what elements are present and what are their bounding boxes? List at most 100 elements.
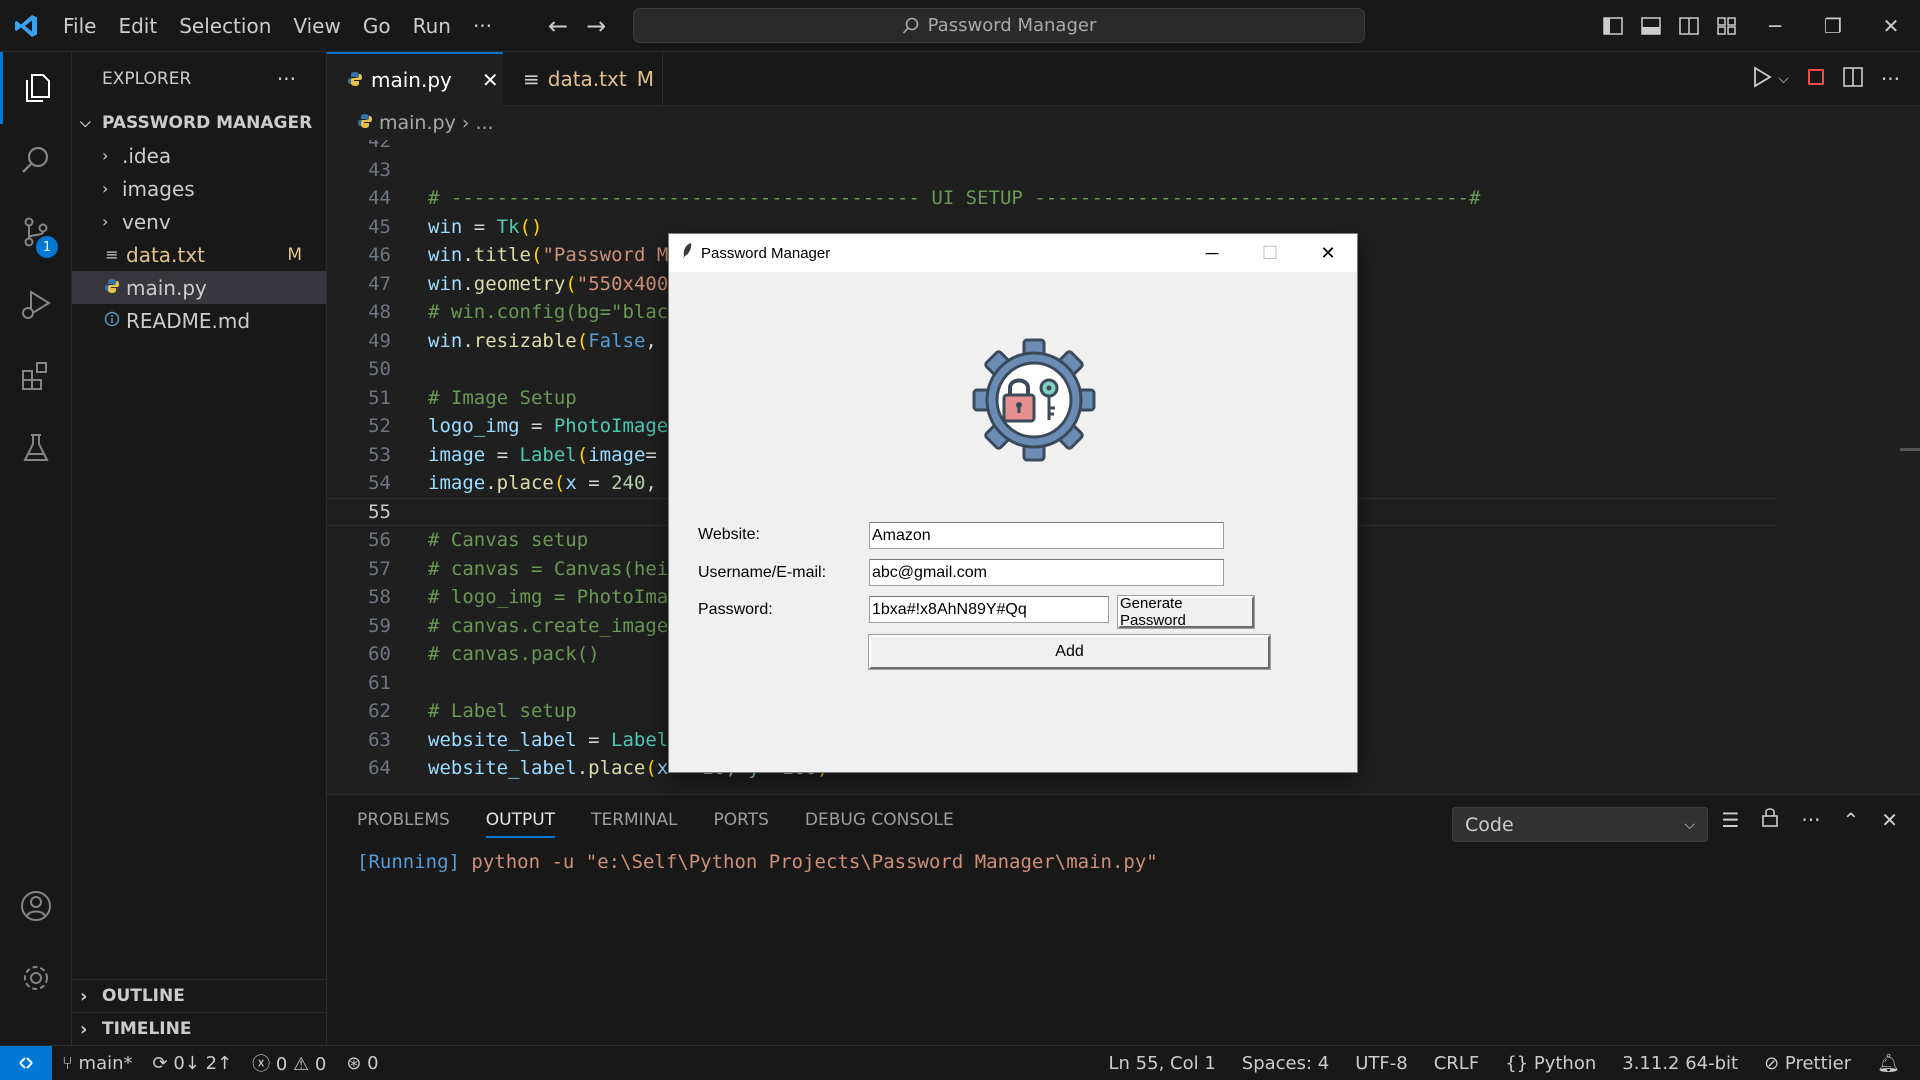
ports-indicator[interactable]: ⊛ 0	[346, 1053, 378, 1074]
menu-selection[interactable]: Selection	[168, 0, 282, 52]
tk-minimize-icon[interactable]: ─	[1183, 234, 1241, 272]
line-number: 49	[368, 329, 391, 352]
stop-icon[interactable]	[1807, 68, 1825, 90]
tree-item-label: README.md	[126, 308, 251, 333]
source-control-icon[interactable]: 1	[0, 196, 72, 268]
extensions-icon[interactable]	[0, 340, 72, 412]
menu-view[interactable]: View	[282, 0, 351, 52]
lock-gear-logo	[972, 338, 1096, 462]
chevron-right-icon: ›	[102, 212, 109, 231]
maximize-panel-chevron-up-icon[interactable]: ⌃	[1842, 808, 1859, 832]
toggle-secondary-sidebar-icon[interactable]	[1670, 0, 1708, 52]
run-dropdown-chevron-icon[interactable]: ⌵	[1778, 71, 1789, 87]
python-interpreter[interactable]: 3.11.2 64-bit	[1622, 1053, 1738, 1074]
split-editor-icon[interactable]	[1843, 67, 1863, 91]
testing-flask-icon[interactable]	[0, 412, 72, 484]
back-arrow-icon[interactable]: ←	[548, 12, 568, 40]
scrollbar-indicator[interactable]	[1900, 448, 1920, 451]
close-window-icon[interactable]: ✕	[1862, 0, 1920, 52]
manage-gear-icon[interactable]	[0, 942, 72, 1014]
line-number: 59	[368, 614, 391, 637]
website-label: Website:	[698, 526, 760, 543]
line-number: 48	[368, 301, 391, 324]
tree-folder-venv[interactable]: › venv	[72, 205, 326, 238]
run-python-icon[interactable]	[1752, 66, 1773, 92]
forward-arrow-icon[interactable]: →	[586, 12, 606, 40]
clear-output-icon[interactable]: ☰	[1721, 808, 1739, 832]
panel-tab-ports[interactable]: PORTS	[714, 810, 769, 830]
workspace-root[interactable]: ⌵ PASSWORD MANAGER	[72, 106, 326, 139]
tab-main-py[interactable]: main.py ✕	[327, 52, 503, 106]
explorer-icon[interactable]	[0, 52, 72, 124]
notifications-bell-icon[interactable]: 🔔︎	[1877, 1053, 1900, 1074]
run-debug-icon[interactable]	[0, 268, 72, 340]
indentation[interactable]: Spaces: 4	[1242, 1053, 1329, 1074]
panel-tab-problems[interactable]: PROBLEMS	[357, 810, 450, 830]
menu-go[interactable]: Go	[352, 0, 402, 52]
output-command: python -u "e:\Self\Python Projects\Passw…	[459, 851, 1158, 873]
problems-indicator[interactable]: ⓧ 0 ⚠ 0	[252, 1050, 326, 1076]
tree-folder-images[interactable]: › images	[72, 172, 326, 205]
output-channel-select[interactable]: Code ⌵	[1452, 807, 1708, 842]
close-panel-icon[interactable]: ✕	[1881, 808, 1898, 832]
sidebar-more-button[interactable]: ···	[277, 67, 296, 91]
tree-file-readme[interactable]: README.md	[72, 304, 326, 337]
minimize-window-icon[interactable]: ─	[1746, 0, 1804, 52]
breadcrumb-file[interactable]: main.py	[379, 112, 456, 134]
git-branch[interactable]: ⑂ main*	[62, 1053, 133, 1074]
more-actions-icon[interactable]: ···	[1881, 67, 1900, 91]
git-branch-icon: ⑂	[62, 1052, 79, 1074]
tree-item-label: main.py	[126, 275, 207, 300]
panel-tab-output[interactable]: OUTPUT	[485, 810, 556, 838]
add-button[interactable]: Add	[868, 634, 1271, 670]
toggle-panel-icon[interactable]	[1632, 0, 1670, 52]
title-bar: File Edit Selection View Go Run ··· ← → …	[0, 0, 1920, 52]
restore-window-icon[interactable]: ❐	[1804, 0, 1862, 52]
cursor-position[interactable]: Ln 55, Col 1	[1109, 1053, 1216, 1074]
username-input[interactable]: abc@gmail.com	[869, 559, 1224, 586]
remote-indicator-icon[interactable]	[0, 1045, 52, 1080]
git-sync[interactable]: ⟳ 0↓ 2↑	[153, 1053, 233, 1074]
tk-close-icon[interactable]: ✕	[1299, 234, 1357, 272]
encoding[interactable]: UTF-8	[1355, 1053, 1407, 1074]
modified-badge: M	[287, 244, 302, 265]
tree-file-main-py[interactable]: main.py	[72, 271, 326, 304]
customize-layout-icon[interactable]	[1708, 0, 1746, 52]
accounts-icon[interactable]	[0, 870, 72, 942]
prettier-status[interactable]: ⊘ Prettier	[1764, 1053, 1851, 1074]
search-activity-icon[interactable]	[0, 124, 72, 196]
tree-folder-idea[interactable]: › .idea	[72, 139, 326, 172]
menu-file[interactable]: File	[52, 0, 107, 52]
website-input[interactable]: Amazon	[869, 522, 1224, 549]
close-icon[interactable]: ✕	[482, 68, 499, 92]
error-icon: ⓧ	[252, 1054, 276, 1075]
more-actions-icon[interactable]: ···	[1801, 808, 1820, 832]
panel-tab-terminal[interactable]: TERMINAL	[591, 810, 677, 830]
menu-more[interactable]: ···	[462, 0, 503, 52]
outline-section[interactable]: › OUTLINE	[72, 979, 327, 1012]
line-number: 58	[368, 586, 391, 609]
chevron-down-icon: ⌵	[80, 114, 91, 131]
chevron-right-icon: ›	[102, 146, 109, 165]
language-mode[interactable]: {} Python	[1505, 1053, 1596, 1074]
panel-tab-debug-console[interactable]: DEBUG CONSOLE	[805, 810, 954, 830]
menu-edit[interactable]: Edit	[107, 0, 168, 52]
python-file-icon	[357, 112, 373, 134]
breadcrumb-symbol[interactable]: ...	[475, 112, 493, 134]
output-channel-value: Code	[1465, 813, 1514, 836]
lock-scroll-icon[interactable]	[1761, 807, 1779, 832]
toggle-sidebar-icon[interactable]	[1594, 0, 1632, 52]
command-center[interactable]: Password Manager	[633, 8, 1365, 43]
line-number: 43	[368, 158, 391, 181]
tree-file-data-txt[interactable]: ≡ data.txt M	[72, 238, 326, 271]
generate-password-button[interactable]: Generate Password	[1117, 595, 1255, 629]
password-manager-window: Password Manager ─ ☐ ✕ Website: Amazon U…	[668, 233, 1358, 773]
command-center-label: Password Manager	[927, 15, 1097, 36]
end-of-line[interactable]: CRLF	[1434, 1053, 1479, 1074]
menu-run[interactable]: Run	[402, 0, 462, 52]
tree-item-label: venv	[122, 209, 171, 234]
timeline-section[interactable]: › TIMELINE	[72, 1012, 327, 1045]
line-number: 54	[368, 472, 391, 495]
password-input[interactable]: 1bxa#!x8AhN89Y#Qq	[869, 596, 1109, 623]
tab-data-txt[interactable]: ≡ data.txt M	[503, 52, 663, 106]
